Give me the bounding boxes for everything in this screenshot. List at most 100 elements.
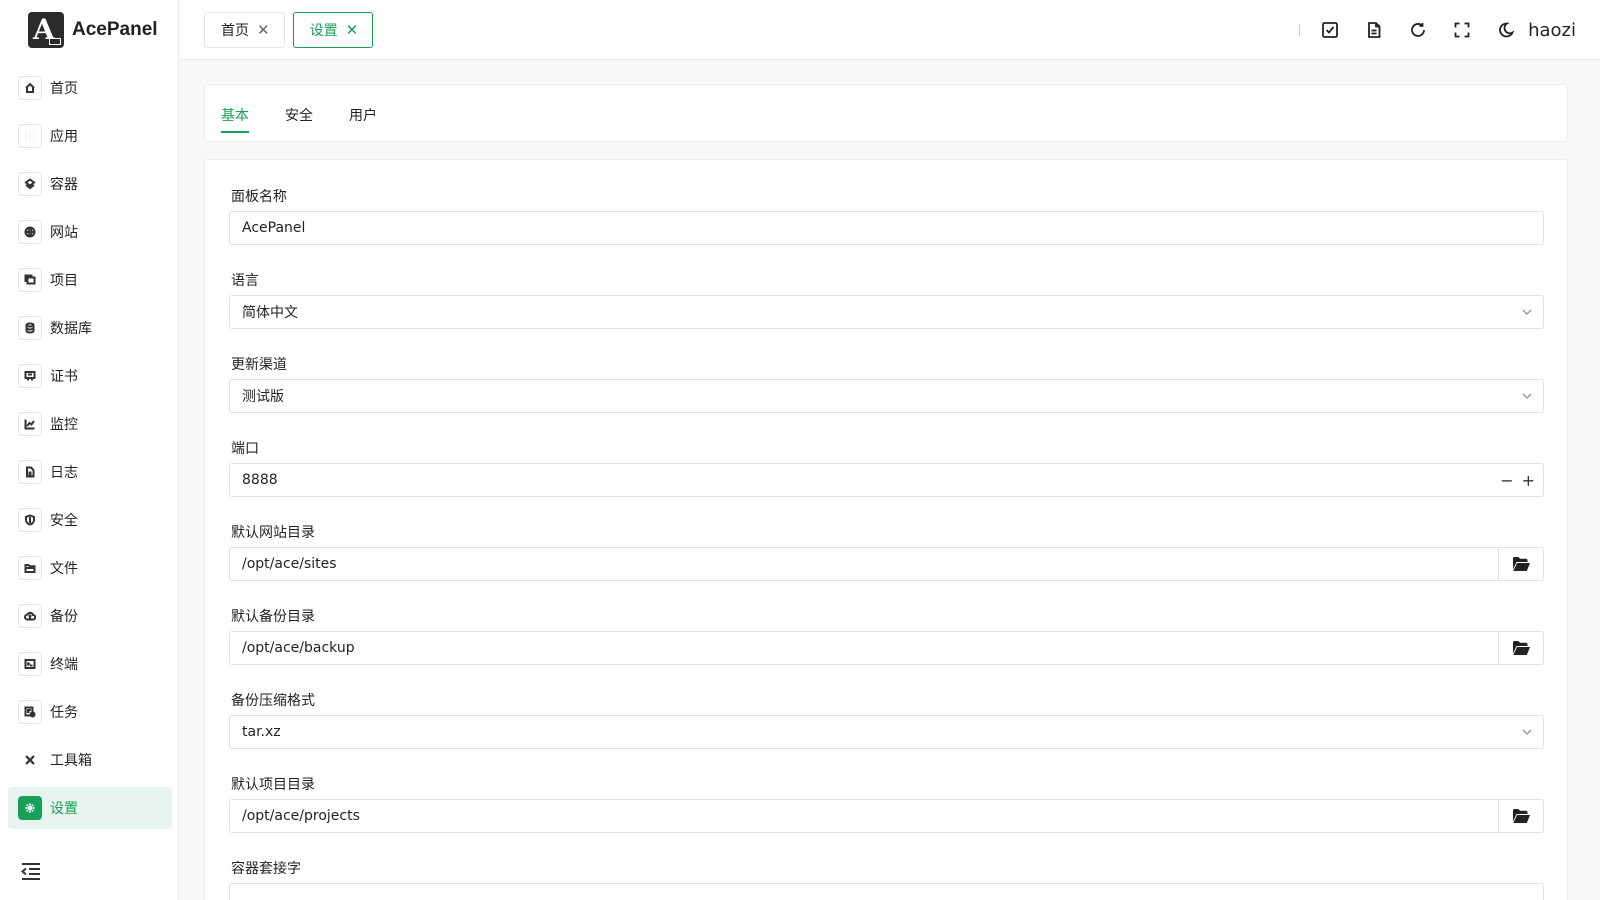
sidebar-item-label: 容器 xyxy=(50,177,78,193)
language-label: 语言 xyxy=(231,273,259,289)
folder-open-icon xyxy=(1512,557,1530,571)
port-label: 端口 xyxy=(231,441,259,457)
backup-dir-label: 默认备份目录 xyxy=(231,609,315,625)
browse-folder-button[interactable] xyxy=(1498,800,1543,832)
compress-format-value: tar.xz xyxy=(242,724,281,740)
sidebar-item-files[interactable]: 文件 xyxy=(8,547,172,589)
subtab-users[interactable]: 用户 xyxy=(349,105,377,125)
subtab-security[interactable]: 安全 xyxy=(285,105,313,125)
tab-label: 设置 xyxy=(309,23,338,39)
browse-folder-button[interactable] xyxy=(1498,548,1543,580)
divider xyxy=(1299,24,1301,36)
log-file-icon xyxy=(18,460,42,484)
sidebar-item-toolbox[interactable]: 工具箱 xyxy=(8,739,172,781)
sidebar-item-security[interactable]: 安全 xyxy=(8,499,172,541)
project-dir-input[interactable]: /opt/ace/projects xyxy=(229,799,1544,833)
sidebar-item-logs[interactable]: 日志 xyxy=(8,451,172,493)
subtab-basic[interactable]: 基本 xyxy=(221,105,249,133)
sidebar-item-label: 日志 xyxy=(50,465,78,481)
globe-icon xyxy=(18,220,42,244)
apps-grid-icon xyxy=(18,124,42,148)
sidebar-item-apps[interactable]: 应用 xyxy=(8,115,172,157)
document-icon[interactable] xyxy=(1364,20,1384,40)
tab-home[interactable]: 首页 ✕ xyxy=(204,12,285,48)
tab-label: 首页 xyxy=(221,23,249,39)
sidebar-item-label: 监控 xyxy=(50,417,78,433)
compress-format-label: 备份压缩格式 xyxy=(231,693,315,709)
plus-icon[interactable]: + xyxy=(1522,471,1535,490)
channel-label: 更新渠道 xyxy=(231,357,287,373)
brand-name: AcePanel xyxy=(72,19,158,40)
home-icon xyxy=(18,76,42,100)
browse-folder-button[interactable] xyxy=(1498,632,1543,664)
top-header: 首页 ✕ 设置 ✕ haozi xyxy=(180,0,1600,60)
channel-select[interactable]: 测试版 xyxy=(229,379,1544,413)
chevron-down-icon xyxy=(1521,306,1533,318)
compress-format-select[interactable]: tar.xz xyxy=(229,715,1544,749)
project-dir-value: /opt/ace/projects xyxy=(242,808,360,824)
task-check-icon[interactable] xyxy=(1320,20,1340,40)
task-icon xyxy=(18,700,42,724)
folder-open-icon xyxy=(1512,809,1530,823)
language-select[interactable]: 简体中文 xyxy=(229,295,1544,329)
refresh-icon[interactable] xyxy=(1408,20,1428,40)
folder-open-icon xyxy=(1512,641,1530,655)
container-socket-input[interactable] xyxy=(229,883,1544,900)
sidebar-item-home[interactable]: 首页 xyxy=(8,67,172,109)
collapse-sidebar-icon[interactable] xyxy=(20,862,42,882)
username[interactable]: haozi xyxy=(1528,20,1576,41)
sidebar-item-website[interactable]: 网站 xyxy=(8,211,172,253)
sidebar-item-backup[interactable]: 备份 xyxy=(8,595,172,637)
sidebar-item-monitor[interactable]: 监控 xyxy=(8,403,172,445)
dark-mode-icon[interactable] xyxy=(1496,20,1516,40)
backup-dir-input[interactable]: /opt/ace/backup xyxy=(229,631,1544,665)
sidebar-item-label: 数据库 xyxy=(50,321,92,337)
close-icon[interactable]: ✕ xyxy=(257,21,270,39)
sidebar-item-certificate[interactable]: 证书 xyxy=(8,355,172,397)
gear-icon xyxy=(18,796,42,820)
sidebar-item-label: 设置 xyxy=(50,801,78,817)
sidebar-item-label: 终端 xyxy=(50,657,78,673)
website-dir-label: 默认网站目录 xyxy=(231,525,315,541)
sidebar-nav: 首页 应用 容器 网站 项目 数据库 证书 监控 日志 安全 文件 备份 终端 … xyxy=(8,67,172,835)
sidebar-item-terminal[interactable]: 终端 xyxy=(8,643,172,685)
page-tabs: 首页 ✕ 设置 ✕ xyxy=(204,12,374,48)
website-dir-input[interactable]: /opt/ace/sites xyxy=(229,547,1544,581)
sidebar-item-label: 工具箱 xyxy=(50,753,92,769)
project-icon xyxy=(18,268,42,292)
language-value: 简体中文 xyxy=(242,305,298,321)
chevron-down-icon xyxy=(1521,390,1533,402)
panel-name-value: AcePanel xyxy=(242,220,306,236)
tab-settings[interactable]: 设置 ✕ xyxy=(292,12,374,48)
logo-icon: A xyxy=(28,12,64,48)
close-icon[interactable]: ✕ xyxy=(346,21,359,39)
sidebar-item-label: 证书 xyxy=(50,369,78,385)
port-value: 8888 xyxy=(242,472,278,488)
sidebar-item-label: 文件 xyxy=(50,561,78,577)
fullscreen-icon[interactable] xyxy=(1452,20,1472,40)
project-dir-label: 默认项目目录 xyxy=(231,777,315,793)
sidebar-item-project[interactable]: 项目 xyxy=(8,259,172,301)
sidebar-item-label: 应用 xyxy=(50,129,78,145)
backup-dir-value: /opt/ace/backup xyxy=(242,640,355,656)
sidebar-item-label: 任务 xyxy=(50,705,78,721)
sidebar-item-label: 网站 xyxy=(50,225,78,241)
sidebar-item-label: 首页 xyxy=(50,81,78,97)
port-stepper: − + xyxy=(1500,464,1535,496)
brand[interactable]: A AcePanel xyxy=(28,12,158,48)
website-dir-value: /opt/ace/sites xyxy=(242,556,337,572)
sidebar-item-container[interactable]: 容器 xyxy=(8,163,172,205)
panel-name-input[interactable]: AcePanel xyxy=(229,211,1544,245)
port-input[interactable]: 8888 − + xyxy=(229,463,1544,497)
minus-icon[interactable]: − xyxy=(1500,471,1513,490)
sidebar-item-label: 备份 xyxy=(50,609,78,625)
sidebar-item-tasks[interactable]: 任务 xyxy=(8,691,172,733)
tools-icon xyxy=(18,748,42,772)
channel-value: 测试版 xyxy=(242,389,284,405)
panel-name-label: 面板名称 xyxy=(231,189,287,205)
sidebar-item-settings[interactable]: 设置 xyxy=(8,787,172,829)
settings-form: 面板名称 AcePanel 语言 简体中文 更新渠道 测试版 端口 8888 −… xyxy=(204,159,1568,900)
cloud-backup-icon xyxy=(18,604,42,628)
settings-subtabs: 基本 安全 用户 xyxy=(204,84,1568,142)
sidebar-item-database[interactable]: 数据库 xyxy=(8,307,172,349)
